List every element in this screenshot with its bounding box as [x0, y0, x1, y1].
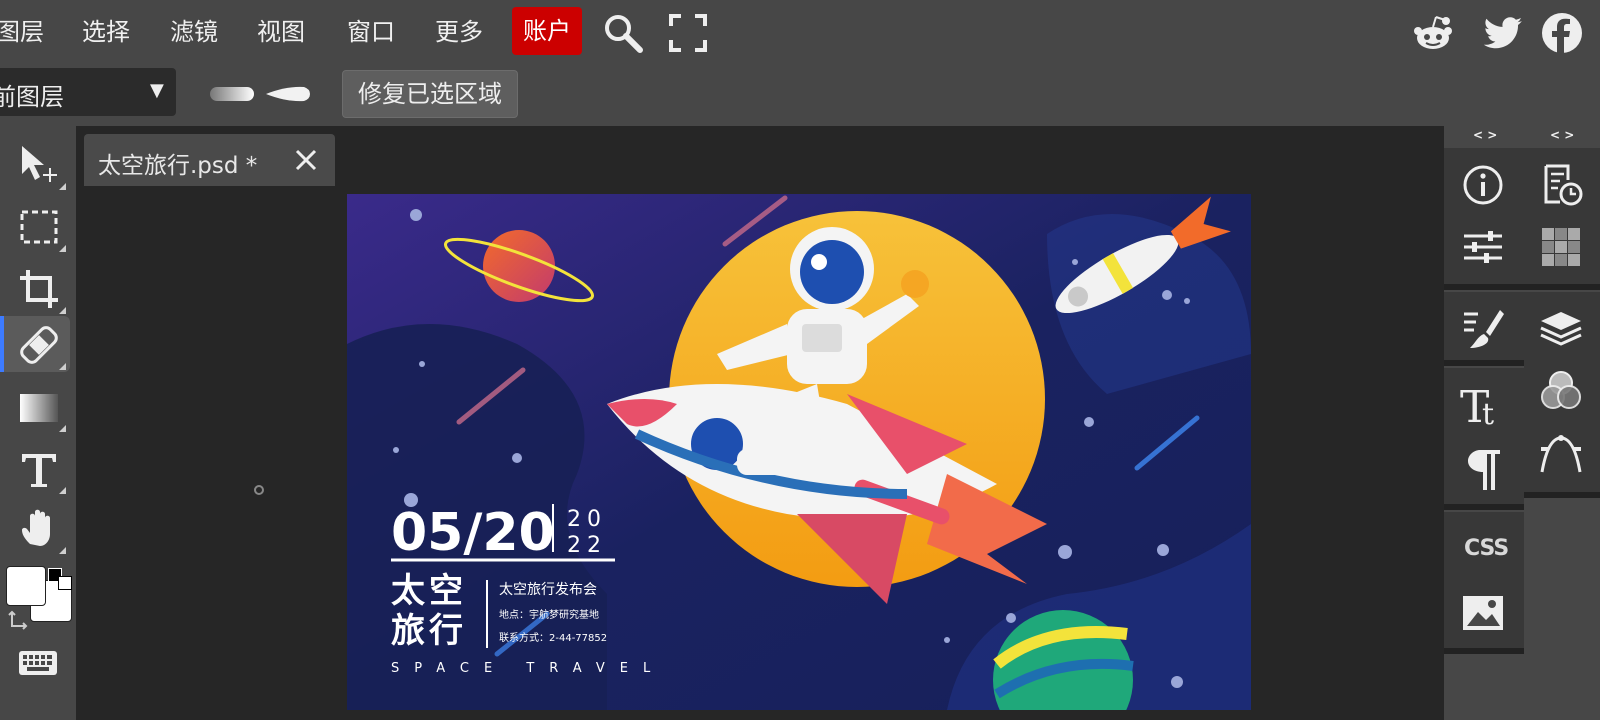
close-icon[interactable] [294, 148, 318, 172]
poster-location: 地点：宇航梦研究基地 [499, 608, 599, 621]
workspace[interactable]: 太空旅行.psd * 05/20 20 22 太空 旅行 太空旅行发布会 地点：… [76, 126, 1444, 720]
twitter-icon[interactable] [1482, 12, 1524, 54]
text-tool[interactable] [4, 440, 70, 496]
search-icon[interactable] [602, 12, 644, 54]
channels-icon[interactable] [1538, 368, 1584, 414]
swap-colors-icon[interactable] [8, 610, 30, 632]
layer-select-value: 前图层 [0, 83, 64, 111]
bandage-icon [20, 326, 58, 364]
history-icon[interactable] [1538, 162, 1584, 208]
text-tool-icon [22, 454, 56, 487]
poster-title-line2: 旅行 [391, 611, 467, 651]
poster-title-line1: 太空 [391, 571, 467, 611]
poster-date: 05/20 [391, 503, 555, 563]
foreground-color-swatch[interactable] [6, 566, 46, 606]
poster-year-top: 20 [567, 507, 607, 532]
menu-view[interactable]: 视图 [257, 12, 305, 52]
account-button[interactable]: 账户 [512, 7, 582, 55]
menu-layer[interactable]: 图层 [0, 12, 44, 52]
hand-tool[interactable] [4, 500, 70, 556]
css-icon[interactable]: CSS [1464, 536, 1509, 561]
menu-window[interactable]: 窗口 [347, 12, 395, 52]
gradient-tool[interactable] [4, 378, 70, 434]
keyboard-icon[interactable] [18, 650, 58, 676]
crop-icon [20, 270, 58, 308]
move-tool[interactable] [4, 136, 70, 192]
reddit-icon[interactable] [1412, 12, 1454, 54]
gradient-icon [20, 394, 58, 422]
marquee-select-icon [20, 210, 58, 244]
canvas[interactable]: 05/20 20 22 太空 旅行 太空旅行发布会 地点：宇航梦研究基地 联系方… [347, 194, 1251, 710]
poster-contact: 联系方式：2-44-77852 [499, 631, 607, 644]
poster-year-bottom: 22 [567, 533, 607, 558]
brush-settings-icon[interactable] [1460, 306, 1506, 352]
repair-selection-button[interactable]: 修复已选区域 [342, 70, 518, 118]
poster-subtitle: SPACE TRAVEL [391, 661, 665, 676]
poster-artwork: 05/20 20 22 太空 旅行 太空旅行发布会 地点：宇航梦研究基地 联系方… [347, 194, 1251, 710]
tool-panel [0, 126, 76, 720]
brush-round-icon[interactable] [210, 86, 254, 102]
fullscreen-icon[interactable] [667, 12, 709, 54]
swatches-icon[interactable] [1538, 224, 1584, 270]
options-bar: 前图层 ▼ 修复已选区域 [0, 64, 1600, 126]
move-arrow-icon [22, 146, 57, 182]
crop-tool[interactable] [4, 260, 70, 316]
info-icon[interactable] [1460, 162, 1506, 208]
document-tab-title: 太空旅行.psd * [98, 153, 258, 179]
adjustments-icon[interactable] [1460, 224, 1506, 270]
menu-bar: 图层 选择 滤镜 视图 窗口 更多 账户 [0, 0, 1600, 64]
marquee-tool[interactable] [4, 198, 70, 254]
svg-text:t: t [1482, 397, 1494, 428]
paths-icon[interactable] [1538, 432, 1584, 478]
healing-brush-tool[interactable] [0, 316, 70, 372]
color-swatches[interactable] [4, 566, 74, 638]
paragraph-icon[interactable] [1460, 446, 1506, 492]
menu-select[interactable]: 选择 [82, 12, 130, 52]
poster-event: 太空旅行发布会 [499, 582, 597, 598]
menu-more[interactable]: 更多 [435, 12, 483, 52]
brush-taper-icon[interactable] [266, 86, 310, 102]
menu-filter[interactable]: 滤镜 [170, 12, 218, 52]
layer-select[interactable]: 前图层 ▼ [0, 68, 176, 116]
character-icon[interactable]: T t [1460, 382, 1506, 428]
dropdown-arrow-icon: ▼ [150, 80, 164, 101]
hand-icon [22, 509, 50, 546]
layers-icon[interactable] [1538, 306, 1584, 352]
brush-cursor [254, 485, 264, 495]
panel-collapse-toggle-2[interactable]: < > [1550, 128, 1574, 142]
facebook-icon[interactable] [1541, 12, 1583, 54]
image-icon[interactable] [1460, 590, 1506, 636]
panel-collapse-toggle-1[interactable]: < > [1473, 128, 1497, 142]
document-tab[interactable]: 太空旅行.psd * [84, 134, 335, 186]
